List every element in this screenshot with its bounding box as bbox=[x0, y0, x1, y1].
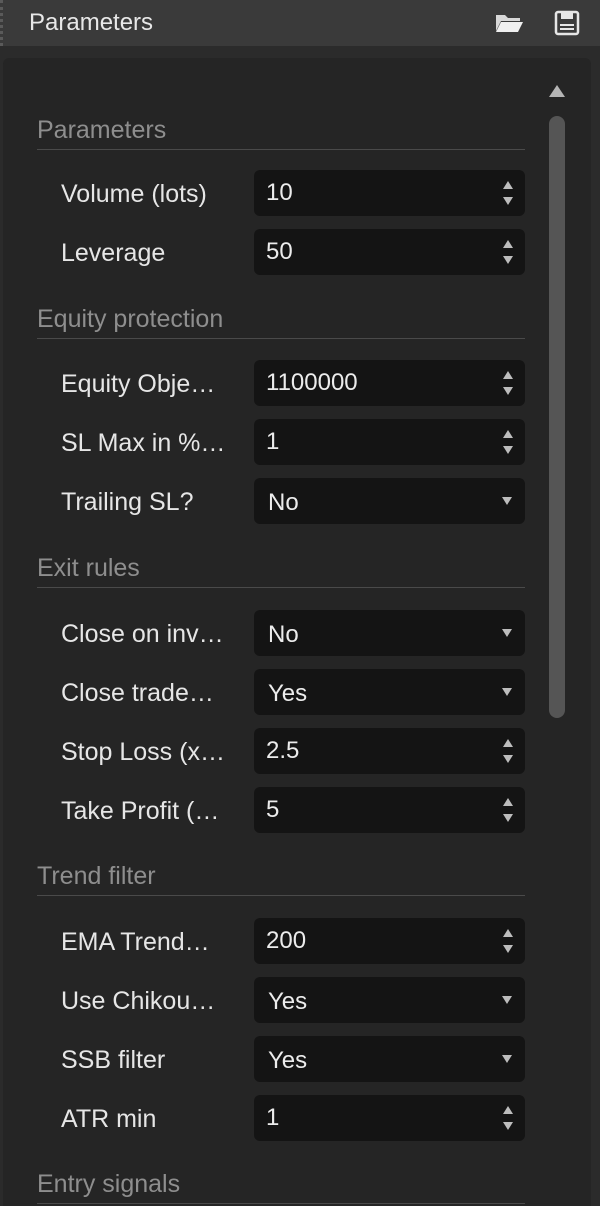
spin-up-icon[interactable] bbox=[501, 795, 515, 808]
number-stepper[interactable] bbox=[501, 368, 515, 398]
spin-up-icon[interactable] bbox=[501, 1103, 515, 1116]
field-value: 50 bbox=[266, 238, 293, 265]
save-icon[interactable] bbox=[551, 8, 583, 38]
param-label: EMA Trend… bbox=[61, 928, 210, 956]
section-title: Trend filter bbox=[37, 862, 156, 890]
chevron-down-icon bbox=[501, 627, 513, 639]
spin-up-icon[interactable] bbox=[501, 178, 515, 191]
param-label: Leverage bbox=[61, 239, 166, 267]
number-stepper[interactable] bbox=[501, 926, 515, 956]
close-trade-select[interactable]: Yes bbox=[254, 669, 525, 715]
spin-down-icon[interactable] bbox=[501, 384, 515, 397]
ema-trend-input[interactable]: 200 bbox=[254, 918, 525, 964]
param-row-ssb-filter: SSB filter Yes bbox=[0, 1036, 600, 1084]
param-row-close-on-inv: Close on inv… No bbox=[0, 610, 600, 658]
take-profit-input[interactable]: 5 bbox=[254, 787, 525, 833]
panel-title: Parameters bbox=[29, 9, 154, 36]
number-stepper[interactable] bbox=[501, 1103, 515, 1133]
number-stepper[interactable] bbox=[501, 427, 515, 457]
field-value: Yes bbox=[268, 1047, 308, 1074]
spin-down-icon[interactable] bbox=[501, 443, 515, 456]
section-parameters: Parameters bbox=[37, 110, 525, 150]
field-value: 1 bbox=[266, 428, 280, 455]
param-label: Trailing SL? bbox=[61, 488, 194, 516]
scroll-up-arrow-icon[interactable] bbox=[548, 84, 566, 98]
number-stepper[interactable] bbox=[501, 237, 515, 267]
spin-down-icon[interactable] bbox=[501, 942, 515, 955]
field-value: No bbox=[268, 489, 299, 516]
section-equity-protection: Equity protection bbox=[37, 299, 525, 339]
param-row-trailing-sl: Trailing SL? No bbox=[0, 478, 600, 526]
trailing-sl-select[interactable]: No bbox=[254, 478, 525, 524]
chevron-down-icon bbox=[501, 495, 513, 507]
spin-up-icon[interactable] bbox=[501, 368, 515, 381]
spin-up-icon[interactable] bbox=[501, 926, 515, 939]
param-row-atr-min: ATR min 1 bbox=[0, 1095, 600, 1143]
spin-down-icon[interactable] bbox=[501, 194, 515, 207]
param-row-use-chikou: Use Chikou… Yes bbox=[0, 977, 600, 1025]
param-row-sl-max: SL Max in %… 1 bbox=[0, 419, 600, 467]
section-entry-signals: Entry signals bbox=[37, 1164, 525, 1204]
chevron-down-icon bbox=[501, 994, 513, 1006]
equity-objective-input[interactable]: 1100000 bbox=[254, 360, 525, 406]
param-row-volume: Volume (lots) 10 bbox=[0, 170, 600, 218]
number-stepper[interactable] bbox=[501, 795, 515, 825]
close-on-inv-select[interactable]: No bbox=[254, 610, 525, 656]
param-row-leverage: Leverage 50 bbox=[0, 229, 600, 277]
param-label: SL Max in %… bbox=[61, 429, 226, 457]
param-label: Close trade… bbox=[61, 679, 214, 707]
param-row-stop-loss: Stop Loss (x… 2.5 bbox=[0, 728, 600, 776]
param-label: Volume (lots) bbox=[61, 180, 207, 208]
volume-input[interactable]: 10 bbox=[254, 170, 525, 216]
field-value: 200 bbox=[266, 927, 307, 954]
param-row-ema-trend: EMA Trend… 200 bbox=[0, 918, 600, 966]
param-row-equity-objective: Equity Obje… 1100000 bbox=[0, 360, 600, 408]
field-value: 2.5 bbox=[266, 737, 300, 764]
chevron-down-icon bbox=[501, 1053, 513, 1065]
spin-up-icon[interactable] bbox=[501, 427, 515, 440]
sl-max-input[interactable]: 1 bbox=[254, 419, 525, 465]
field-value: 1100000 bbox=[266, 369, 358, 396]
leverage-input[interactable]: 50 bbox=[254, 229, 525, 275]
field-value: 5 bbox=[266, 796, 280, 823]
section-title: Exit rules bbox=[37, 554, 140, 582]
ssb-filter-select[interactable]: Yes bbox=[254, 1036, 525, 1082]
field-value: 1 bbox=[266, 1104, 280, 1131]
param-label: SSB filter bbox=[61, 1046, 166, 1074]
number-stepper[interactable] bbox=[501, 178, 515, 208]
section-title: Parameters bbox=[37, 116, 167, 144]
atr-min-input[interactable]: 1 bbox=[254, 1095, 525, 1141]
param-row-take-profit: Take Profit (… 5 bbox=[0, 787, 600, 835]
spin-up-icon[interactable] bbox=[501, 237, 515, 250]
spin-down-icon[interactable] bbox=[501, 811, 515, 824]
spin-up-icon[interactable] bbox=[501, 736, 515, 749]
spin-down-icon[interactable] bbox=[501, 752, 515, 765]
spin-down-icon[interactable] bbox=[501, 1119, 515, 1132]
param-label: Take Profit (… bbox=[61, 797, 220, 825]
field-value: 10 bbox=[266, 179, 293, 206]
folder-open-icon[interactable] bbox=[493, 8, 525, 38]
param-row-close-trade: Close trade… Yes bbox=[0, 669, 600, 717]
use-chikou-select[interactable]: Yes bbox=[254, 977, 525, 1023]
chevron-down-icon bbox=[501, 686, 513, 698]
field-value: Yes bbox=[268, 680, 308, 707]
param-label: Close on inv… bbox=[61, 620, 224, 648]
field-value: No bbox=[268, 621, 299, 648]
param-label: Equity Obje… bbox=[61, 370, 216, 398]
number-stepper[interactable] bbox=[501, 736, 515, 766]
param-label: Stop Loss (x… bbox=[61, 738, 225, 766]
section-trend-filter: Trend filter bbox=[37, 856, 525, 896]
field-value: Yes bbox=[268, 988, 308, 1015]
stop-loss-input[interactable]: 2.5 bbox=[254, 728, 525, 774]
section-title: Entry signals bbox=[37, 1170, 181, 1198]
panel-header: Parameters bbox=[0, 0, 600, 46]
spin-down-icon[interactable] bbox=[501, 253, 515, 266]
param-label: ATR min bbox=[61, 1105, 157, 1133]
param-label: Use Chikou… bbox=[61, 987, 216, 1015]
section-exit-rules: Exit rules bbox=[37, 548, 525, 588]
section-title: Equity protection bbox=[37, 305, 224, 333]
